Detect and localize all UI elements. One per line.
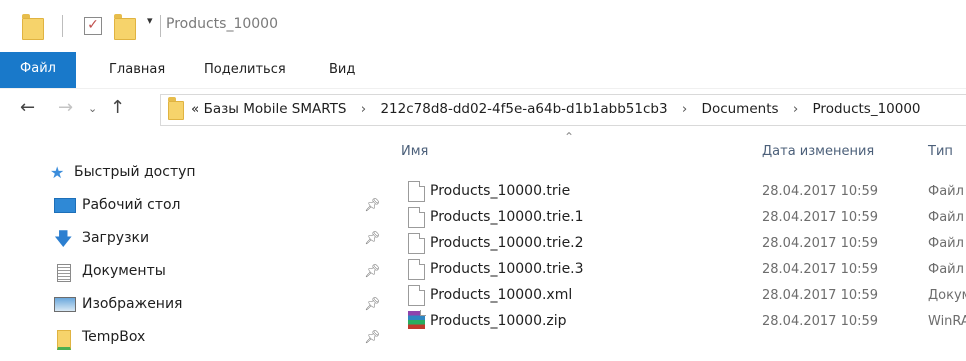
- file-name: Products_10000.trie.2: [430, 235, 584, 251]
- sidebar-item-label: Изображения: [82, 296, 183, 312]
- pictures-icon: [54, 297, 76, 312]
- pin-icon[interactable]: 📌︎: [364, 330, 381, 345]
- file-icon: [408, 207, 425, 228]
- file-icon: [408, 233, 425, 254]
- new-folder-icon[interactable]: [114, 14, 136, 40]
- file-row[interactable]: Products_10000.trie 28.04.2017 10:59 Фай…: [398, 179, 966, 205]
- file-name: Products_10000.trie: [430, 183, 571, 199]
- file-row[interactable]: Products_10000.xml 28.04.2017 10:59 Доку…: [398, 283, 966, 309]
- breadcrumb-chevron-icon[interactable]: ›: [672, 101, 697, 117]
- file-type: Докум: [928, 288, 966, 303]
- column-header-date[interactable]: Дата изменения: [762, 144, 874, 159]
- pin-icon[interactable]: 📌︎: [364, 264, 381, 279]
- file-name: Products_10000.trie.3: [430, 261, 584, 277]
- breadcrumb: « Базы Mobile SMARTS › 212c78d8-dd02-4f5…: [191, 101, 921, 117]
- breadcrumb-chevron-icon[interactable]: ›: [351, 101, 376, 117]
- file-date: 28.04.2017 10:59: [762, 236, 879, 251]
- file-icon: [408, 259, 425, 280]
- back-arrow-icon[interactable]: ←: [20, 97, 35, 118]
- sidebar-item-quick-access[interactable]: ★ Быстрый доступ: [50, 160, 376, 188]
- tab-file[interactable]: Файл: [0, 52, 76, 88]
- star-icon: ★: [50, 163, 65, 182]
- file-row[interactable]: Products_10000.trie.1 28.04.2017 10:59 Ф…: [398, 205, 966, 231]
- file-date: 28.04.2017 10:59: [762, 288, 879, 303]
- file-row[interactable]: Products_10000.trie.3 28.04.2017 10:59 Ф…: [398, 257, 966, 283]
- breadcrumb-item[interactable]: Documents: [702, 101, 779, 117]
- sidebar-item-label: Загрузки: [82, 230, 150, 246]
- breadcrumb-item[interactable]: Products_10000: [813, 101, 921, 117]
- address-bar[interactable]: « Базы Mobile SMARTS › 212c78d8-dd02-4f5…: [160, 94, 966, 126]
- file-date: 28.04.2017 10:59: [762, 210, 879, 225]
- file-name: Products_10000.xml: [430, 287, 573, 303]
- sidebar-item-label: Документы: [82, 263, 166, 279]
- forward-arrow-icon[interactable]: →: [58, 97, 73, 118]
- pin-icon[interactable]: 📌︎: [364, 231, 381, 246]
- file-icon: [408, 181, 425, 202]
- properties-check-icon[interactable]: ✓: [84, 17, 102, 35]
- downloads-icon: 🡇: [54, 229, 73, 250]
- breadcrumb-overflow[interactable]: «: [191, 101, 199, 117]
- file-type: Файл: [928, 262, 964, 277]
- sort-ascending-icon: ⌃: [564, 130, 575, 144]
- sidebar-item-desktop[interactable]: Рабочий стол 📌︎: [54, 193, 381, 221]
- column-header-type[interactable]: Тип: [928, 144, 953, 159]
- tab-home[interactable]: Главная: [109, 62, 165, 77]
- file-type: Файл: [928, 210, 964, 225]
- folder-icon: [168, 97, 184, 120]
- column-header-name[interactable]: Имя: [401, 144, 428, 159]
- sidebar-item-pictures[interactable]: Изображения 📌︎: [54, 292, 381, 320]
- file-type: WinRA: [928, 314, 966, 329]
- pin-icon[interactable]: 📌︎: [364, 198, 381, 213]
- tab-share[interactable]: Поделиться: [204, 62, 286, 77]
- file-row[interactable]: Products_10000.trie.2 28.04.2017 10:59 Ф…: [398, 231, 966, 257]
- documents-icon: [57, 264, 71, 282]
- file-date: 28.04.2017 10:59: [762, 314, 879, 329]
- breadcrumb-item[interactable]: Базы Mobile SMARTS: [204, 101, 347, 117]
- sidebar-item-label: Быстрый доступ: [74, 164, 196, 180]
- sidebar-item-downloads[interactable]: 🡇 Загрузки 📌︎: [54, 226, 381, 254]
- file-type: Файл: [928, 236, 964, 251]
- file-date: 28.04.2017 10:59: [762, 262, 879, 277]
- file-name: Products_10000.zip: [430, 313, 567, 329]
- customize-toolbar-dropdown[interactable]: ▾: [147, 14, 153, 27]
- file-type: Файл: [928, 184, 964, 199]
- folder-icon: [57, 330, 71, 350]
- file-icon: [408, 285, 425, 306]
- file-date: 28.04.2017 10:59: [762, 184, 879, 199]
- divider: [62, 15, 63, 37]
- file-row[interactable]: Products_10000.zip 28.04.2017 10:59 WinR…: [398, 309, 966, 335]
- up-arrow-icon[interactable]: ↑: [110, 97, 125, 118]
- navigation-pane: ★ Быстрый доступ Рабочий стол 📌︎ 🡇 Загру…: [0, 130, 381, 361]
- divider: [160, 15, 161, 37]
- title-bar: ✓ ▾ Products_10000: [0, 0, 966, 52]
- tab-view[interactable]: Вид: [329, 62, 355, 77]
- recent-locations-chevron-icon[interactable]: ⌄: [88, 102, 97, 115]
- file-name: Products_10000.trie.1: [430, 209, 584, 225]
- sidebar-item-tempbox[interactable]: TempBox 📌︎: [54, 325, 381, 353]
- winrar-archive-icon: [408, 310, 426, 329]
- breadcrumb-chevron-icon[interactable]: ›: [783, 101, 808, 117]
- ribbon-tabs: Файл Главная Поделиться Вид: [0, 52, 966, 89]
- sidebar-item-documents[interactable]: Документы 📌︎: [54, 259, 381, 287]
- sidebar-item-label: Рабочий стол: [82, 197, 181, 213]
- desktop-icon: [54, 198, 76, 213]
- file-list: ⌃ Имя Дата изменения Тип Products_10000.…: [380, 130, 966, 361]
- sidebar-item-label: TempBox: [82, 329, 146, 345]
- window-title: Products_10000: [166, 16, 278, 32]
- navigation-bar: ← → ⌄ ↑ « Базы Mobile SMARTS › 212c78d8-…: [0, 89, 966, 129]
- breadcrumb-item[interactable]: 212c78d8-dd02-4f5e-a64b-d1b1abb51cb3: [380, 101, 667, 117]
- pin-icon[interactable]: 📌︎: [364, 297, 381, 312]
- folder-icon[interactable]: [22, 14, 44, 40]
